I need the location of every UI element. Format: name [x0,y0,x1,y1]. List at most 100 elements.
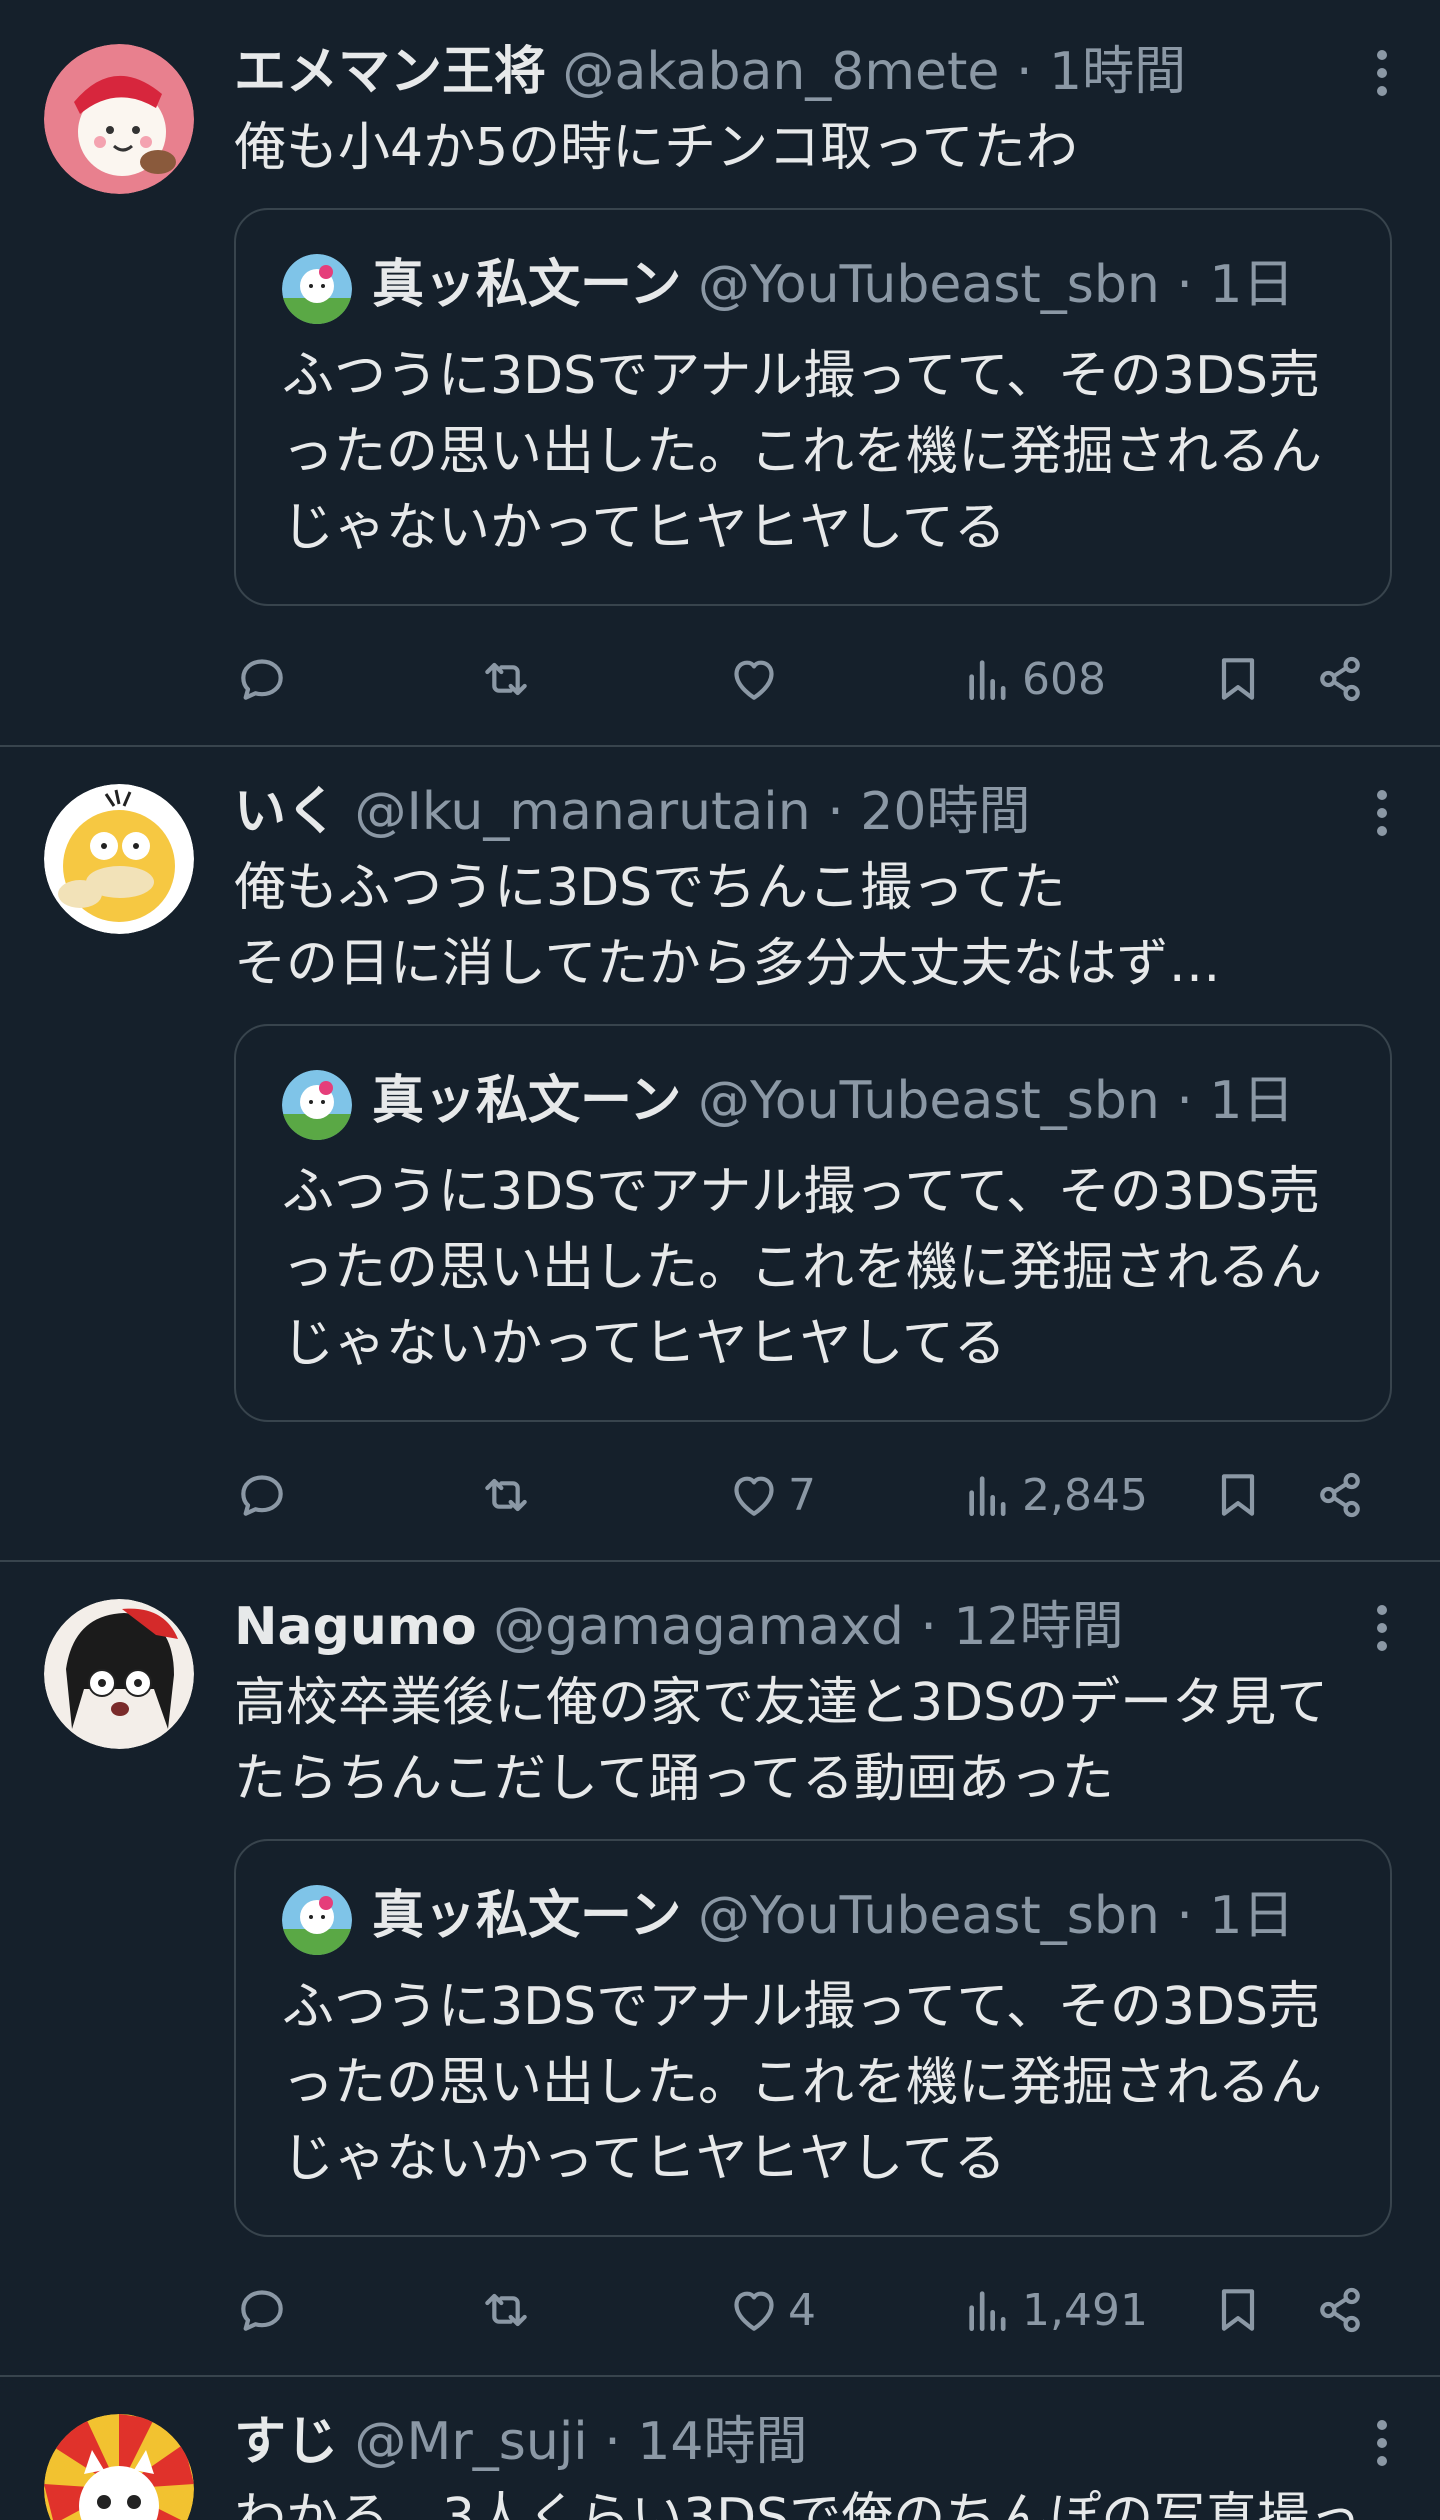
quoted-timestamp: 1日 [1209,1071,1295,1131]
timestamp[interactable]: 20時間 [860,782,1030,842]
tweet-text-line: わかる。3人くらい3DSで俺のちんぽの写真撮っ [234,2488,1362,2520]
separator-dot: · [920,1597,937,1657]
tweet-text: 俺も小4か5の時にチンコ取ってたわ [234,110,1374,186]
action-bar: 608 [234,644,1394,714]
tweet-text-line: 俺もふつうに3DSでちんこ撮ってた [234,858,1066,918]
separator-dot: · [1015,42,1033,102]
action-bar: 4 1,491 [234,2275,1394,2345]
retweet-button[interactable] [478,1460,534,1530]
reply-icon [241,1475,283,1516]
retweet-button[interactable] [478,644,534,714]
separator-dot: · [1176,1886,1193,1946]
views-button[interactable]: 1,491 [960,2275,1148,2345]
like-count: 7 [788,1469,816,1521]
share-button[interactable] [1312,644,1368,714]
more-icon[interactable] [1372,1605,1392,1655]
like-button[interactable]: 4 [726,2275,816,2345]
timestamp[interactable]: 1時間 [1049,42,1186,102]
display-name[interactable]: Nagumo [234,1597,477,1657]
bookmark-button[interactable] [1210,644,1266,714]
tweet-text-line: その日に消してたから多分大丈夫なはず… [234,934,1221,994]
view-count: 1,491 [1022,2284,1148,2336]
tweet-header: いく @Iku_manarutain · 20時間 [234,780,1030,844]
quoted-handle: @YouTubeast_sbn [697,255,1160,315]
user-handle[interactable]: @Mr_suji [355,2412,588,2472]
quoted-header: 真ッ私文ーン @YouTubeast_sbn · 1日 [372,250,1294,320]
like-icon [734,1476,774,1516]
quoted-text-line: じゃないかってヒヤヒヤしてる [282,2129,1006,2189]
views-icon [969,1476,1006,1516]
display-name[interactable]: エメマン王将 [234,42,546,102]
quoted-display-name: 真ッ私文ーン [372,1071,682,1131]
avatar[interactable] [44,44,194,194]
quoted-tweet[interactable]: 真ッ私文ーン @YouTubeast_sbn · 1日 ふつうに3DSでアナル撮… [234,208,1392,606]
share-icon [1320,656,1360,702]
bookmark-icon [1221,2289,1255,2331]
bookmark-button[interactable] [1210,1460,1266,1530]
bookmark-icon [1221,658,1255,700]
like-button[interactable]: 7 [726,1460,816,1530]
share-button[interactable] [1312,2275,1368,2345]
reply-button[interactable] [234,2275,290,2345]
avatar[interactable] [44,1599,194,1749]
views-icon [969,2291,1006,2331]
views-button[interactable]: 608 [960,644,1106,714]
quoted-header: 真ッ私文ーン @YouTubeast_sbn · 1日 [372,1881,1294,1951]
view-count: 608 [1022,653,1106,705]
view-count: 2,845 [1022,1469,1148,1521]
more-icon[interactable] [1372,50,1392,100]
retweet-button[interactable] [478,2275,534,2345]
tweet-header: エメマン王将 @akaban_8mete · 1時間 [234,40,1186,104]
user-handle[interactable]: @akaban_8mete [563,42,1000,102]
share-button[interactable] [1312,1460,1368,1530]
quoted-text-line: じゃないかってヒヤヒヤしてる [282,498,1006,558]
like-button[interactable] [726,644,788,714]
quoted-text: ふつうに3DSでアナル撮ってて、その3DS売 ったの思い出した。これを機に発掘さ… [282,338,1362,566]
quoted-avatar [282,254,352,324]
bookmark-button[interactable] [1210,2275,1266,2345]
quoted-text-line: ふつうに3DSでアナル撮ってて、その3DS売 [282,1977,1321,2037]
tweet[interactable]: いく @Iku_manarutain · 20時間 俺もふつうに3DSでちんこ撮… [0,746,1440,1562]
tweet-text-line: 高校卒業後に俺の家で友達と3DSのデータ見て [234,1673,1329,1733]
avatar[interactable] [44,2414,194,2520]
reply-button[interactable] [234,644,290,714]
more-icon[interactable] [1372,790,1392,840]
quoted-text: ふつうに3DSでアナル撮ってて、その3DS売 ったの思い出した。これを機に発掘さ… [282,1969,1362,2197]
reply-button[interactable] [234,1460,290,1530]
tweet-text: わかる。3人くらい3DSで俺のちんぽの写真撮っ [234,2480,1374,2520]
tweet[interactable]: Nagumo @gamagamaxd · 12時間 高校卒業後に俺の家で友達と3… [0,1561,1440,2377]
tweet-header: Nagumo @gamagamaxd · 12時間 [234,1595,1124,1659]
reply-icon [241,659,283,700]
retweet-icon [485,662,527,696]
avatar[interactable] [44,784,194,934]
tweet-header: すじ @Mr_suji · 14時間 [234,2410,808,2474]
separator-dot: · [1176,255,1193,315]
views-icon [969,660,1006,700]
user-handle[interactable]: @Iku_manarutain [355,782,811,842]
timestamp[interactable]: 14時間 [637,2412,807,2472]
tweet-text: 高校卒業後に俺の家で友達と3DSのデータ見て たらちんこだして踊ってる動画あった [234,1665,1374,1817]
quoted-text-line: じゃないかってヒヤヒヤしてる [282,1314,1006,1374]
user-handle[interactable]: @gamagamaxd [493,1597,904,1657]
views-button[interactable]: 2,845 [960,1460,1148,1530]
separator-dot: · [1176,1071,1193,1131]
quoted-text-line: ふつうに3DSでアナル撮ってて、その3DS売 [282,1162,1321,1222]
quoted-text-line: ったの思い出した。これを機に発掘されるん [282,2053,1323,2113]
display-name[interactable]: いく [234,782,338,842]
quoted-timestamp: 1日 [1209,1886,1295,1946]
quoted-tweet[interactable]: 真ッ私文ーン @YouTubeast_sbn · 1日 ふつうに3DSでアナル撮… [234,1839,1392,2237]
like-count: 4 [788,2284,816,2336]
quoted-avatar [282,1885,352,1955]
tweet[interactable]: エメマン王将 @akaban_8mete · 1時間 俺も小4か5の時にチンコ取… [0,0,1440,747]
tweet[interactable]: すじ @Mr_suji · 14時間 わかる。3人くらい3DSで俺のちんぽの写真… [0,2376,1440,2520]
timestamp[interactable]: 12時間 [953,1597,1123,1657]
quoted-tweet[interactable]: 真ッ私文ーン @YouTubeast_sbn · 1日 ふつうに3DSでアナル撮… [234,1024,1392,1422]
quoted-display-name: 真ッ私文ーン [372,255,682,315]
quoted-display-name: 真ッ私文ーン [372,1886,682,1946]
display-name[interactable]: すじ [234,2412,338,2472]
retweet-icon [485,1478,527,1512]
quoted-text-line: ったの思い出した。これを機に発掘されるん [282,422,1323,482]
more-icon[interactable] [1372,2420,1392,2470]
tweet-text-line: たらちんこだして踊ってる動画あった [234,1749,1114,1809]
share-icon [1320,1472,1360,1518]
